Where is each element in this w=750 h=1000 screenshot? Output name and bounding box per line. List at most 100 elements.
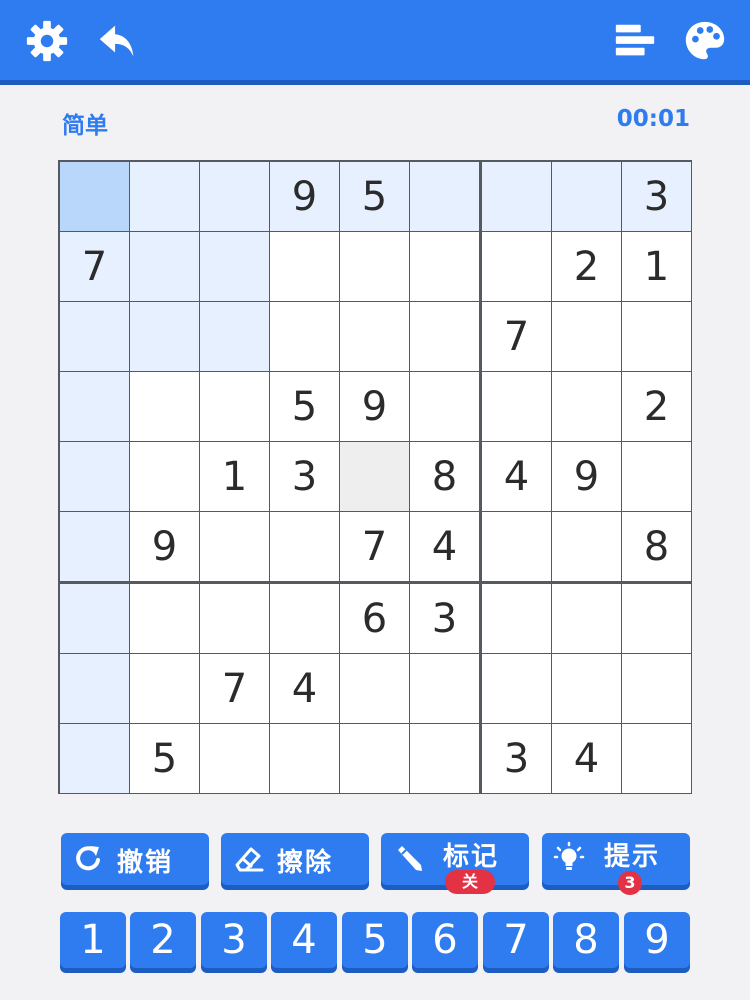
undo-button[interactable]: 撤销 [61, 833, 209, 885]
board-cell-r5-c7[interactable]: 4 [482, 442, 551, 511]
notes-button[interactable]: 标记 关 [381, 833, 529, 894]
board-cell-r2-c5[interactable] [340, 232, 409, 301]
board-cell-r2-c6[interactable] [410, 232, 479, 301]
board-cell-r7-c7[interactable] [482, 584, 551, 653]
board-cell-r9-c5[interactable] [340, 724, 409, 793]
numpad-button-4[interactable]: 4 [271, 912, 337, 968]
board-cell-r2-c8[interactable]: 2 [552, 232, 621, 301]
board-cell-r8-c9[interactable] [622, 654, 691, 723]
board-cell-r2-c3[interactable] [200, 232, 269, 301]
board-cell-r3-c9[interactable] [622, 302, 691, 371]
board-cell-r4-c8[interactable] [552, 372, 621, 441]
board-cell-r4-c5[interactable]: 9 [340, 372, 409, 441]
board-cell-r1-c6[interactable] [410, 162, 479, 231]
board-cell-r2-c2[interactable] [130, 232, 199, 301]
board-cell-r1-c1[interactable] [60, 162, 129, 231]
board-cell-r6-c2[interactable]: 9 [130, 512, 199, 581]
lightbulb-icon [552, 841, 586, 875]
board-cell-r1-c5[interactable]: 5 [340, 162, 409, 231]
numpad-button-1[interactable]: 1 [60, 912, 126, 968]
board-cell-r6-c7[interactable] [482, 512, 551, 581]
board-cell-r3-c6[interactable] [410, 302, 479, 371]
board-cell-r3-c4[interactable] [270, 302, 339, 371]
board-cell-r3-c3[interactable] [200, 302, 269, 371]
board-cell-r8-c7[interactable] [482, 654, 551, 723]
board-cell-r9-c6[interactable] [410, 724, 479, 793]
board-cell-r9-c1[interactable] [60, 724, 129, 793]
board-cell-r1-c8[interactable] [552, 162, 621, 231]
board-cell-r1-c9[interactable]: 3 [622, 162, 691, 231]
board-cell-r2-c4[interactable] [270, 232, 339, 301]
board-cell-r6-c1[interactable] [60, 512, 129, 581]
board-cell-r7-c9[interactable] [622, 584, 691, 653]
board-cell-r8-c5[interactable] [340, 654, 409, 723]
board-cell-r8-c3[interactable]: 7 [200, 654, 269, 723]
board-cell-r4-c2[interactable] [130, 372, 199, 441]
board-cell-r1-c7[interactable] [482, 162, 551, 231]
board-cell-r3-c8[interactable] [552, 302, 621, 371]
board-cell-r7-c1[interactable] [60, 584, 129, 653]
board-cell-r4-c4[interactable]: 5 [270, 372, 339, 441]
board-cell-r9-c8[interactable]: 4 [552, 724, 621, 793]
board-cell-r5-c1[interactable] [60, 442, 129, 511]
numpad-button-3[interactable]: 3 [201, 912, 267, 968]
board-cell-r3-c1[interactable] [60, 302, 129, 371]
numpad-button-7[interactable]: 7 [483, 912, 549, 968]
board-cell-r1-c3[interactable] [200, 162, 269, 231]
board-cell-r5-c5[interactable] [340, 442, 409, 511]
board-cell-r8-c8[interactable] [552, 654, 621, 723]
board-cell-r7-c4[interactable] [270, 584, 339, 653]
board-cell-r4-c6[interactable] [410, 372, 479, 441]
board-cell-r4-c9[interactable]: 2 [622, 372, 691, 441]
settings-gear-icon[interactable] [24, 18, 70, 64]
board-cell-r9-c3[interactable] [200, 724, 269, 793]
statistics-bars-icon[interactable] [612, 18, 658, 64]
board-cell-r2-c9[interactable]: 1 [622, 232, 691, 301]
board-cell-r7-c5[interactable]: 6 [340, 584, 409, 653]
undo-circular-arrow-icon [71, 841, 105, 875]
board-cell-r4-c3[interactable] [200, 372, 269, 441]
board-cell-r5-c8[interactable]: 9 [552, 442, 621, 511]
erase-button[interactable]: 擦除 [221, 833, 369, 885]
board-cell-r5-c6[interactable]: 8 [410, 442, 479, 511]
board-cell-r5-c4[interactable]: 3 [270, 442, 339, 511]
board-cell-r2-c7[interactable] [482, 232, 551, 301]
board-cell-r5-c3[interactable]: 1 [200, 442, 269, 511]
board-cell-r7-c8[interactable] [552, 584, 621, 653]
hint-button[interactable]: 提示 3 [542, 833, 690, 895]
theme-palette-icon[interactable] [682, 18, 728, 64]
board-cell-r9-c7[interactable]: 3 [482, 724, 551, 793]
numpad-button-8[interactable]: 8 [553, 912, 619, 968]
board-cell-r6-c6[interactable]: 4 [410, 512, 479, 581]
numpad-button-5[interactable]: 5 [342, 912, 408, 968]
board-cell-r7-c6[interactable]: 3 [410, 584, 479, 653]
board-cell-r6-c4[interactable] [270, 512, 339, 581]
board-cell-r4-c1[interactable] [60, 372, 129, 441]
board-cell-r1-c2[interactable] [130, 162, 199, 231]
board-cell-r8-c1[interactable] [60, 654, 129, 723]
board-cell-r7-c3[interactable] [200, 584, 269, 653]
numpad-button-2[interactable]: 2 [130, 912, 196, 968]
board-cell-r3-c5[interactable] [340, 302, 409, 371]
board-cell-r2-c1[interactable]: 7 [60, 232, 129, 301]
numpad-button-9[interactable]: 9 [624, 912, 690, 968]
board-cell-r8-c6[interactable] [410, 654, 479, 723]
board-cell-r5-c2[interactable] [130, 442, 199, 511]
board-cell-r7-c2[interactable] [130, 584, 199, 653]
board-cell-r3-c2[interactable] [130, 302, 199, 371]
undo-arrow-icon[interactable] [94, 18, 140, 64]
board-cell-r6-c3[interactable] [200, 512, 269, 581]
board-cell-r6-c9[interactable]: 8 [622, 512, 691, 581]
board-cell-r9-c9[interactable] [622, 724, 691, 793]
board-cell-r4-c7[interactable] [482, 372, 551, 441]
board-cell-r5-c9[interactable] [622, 442, 691, 511]
board-cell-r9-c4[interactable] [270, 724, 339, 793]
board-cell-r9-c2[interactable]: 5 [130, 724, 199, 793]
board-cell-r1-c4[interactable]: 9 [270, 162, 339, 231]
board-cell-r8-c4[interactable]: 4 [270, 654, 339, 723]
numpad-button-6[interactable]: 6 [412, 912, 478, 968]
board-cell-r6-c5[interactable]: 7 [340, 512, 409, 581]
board-cell-r8-c2[interactable] [130, 654, 199, 723]
board-cell-r6-c8[interactable] [552, 512, 621, 581]
board-cell-r3-c7[interactable]: 7 [482, 302, 551, 371]
